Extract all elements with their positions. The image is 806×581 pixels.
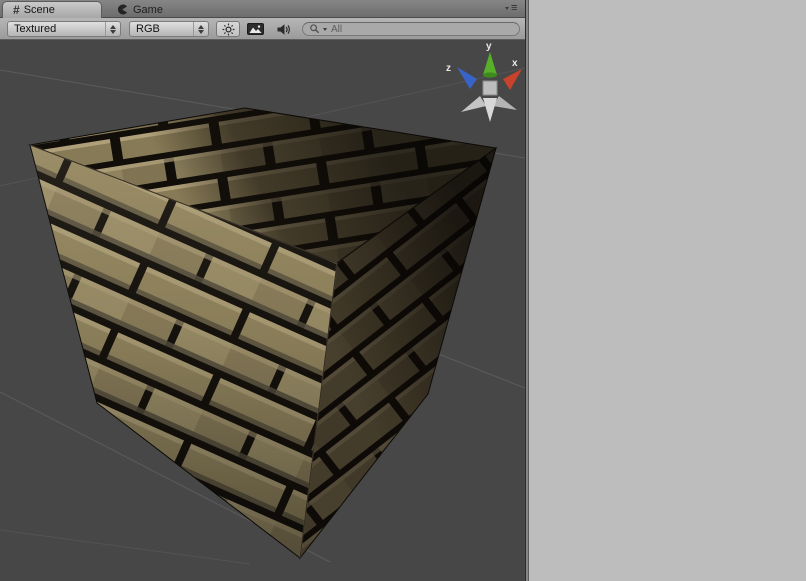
unity-editor-window: # Scene Game ≡ Textured RGB <box>0 0 806 581</box>
scene-panel-menu-button[interactable]: ≡ <box>505 4 517 13</box>
scene-toolbar: Textured RGB <box>0 18 525 40</box>
gizmo-center-cube[interactable] <box>483 81 497 95</box>
scene-search-field[interactable] <box>302 22 520 36</box>
scene-audio-toggle-button[interactable] <box>271 21 295 37</box>
scene-3d-view: y x z <box>0 40 525 581</box>
scene-lighting-toggle-button[interactable] <box>216 21 240 37</box>
image-icon <box>247 23 264 35</box>
game-icon <box>116 3 129 16</box>
search-icon <box>309 23 321 35</box>
scene-grid-icon: # <box>13 5 20 15</box>
search-filter-arrow-icon <box>323 28 327 31</box>
scene-overlay-toggle-button[interactable] <box>243 21 267 37</box>
gizmo-y-label: y <box>486 41 492 52</box>
tab-scene-label: Scene <box>24 4 55 16</box>
stepper-arrows-icon <box>193 22 208 36</box>
dropdown-arrow-icon <box>505 7 509 10</box>
stepper-arrows-icon <box>105 22 120 36</box>
render-mode-value: Textured <box>8 23 105 35</box>
inspector-panel: i Inspector ≡ <box>529 0 806 581</box>
speaker-icon <box>276 23 291 36</box>
gizmo-x-label: x <box>512 58 518 69</box>
color-channel-value: RGB <box>130 23 193 35</box>
search-input[interactable] <box>329 23 513 36</box>
tab-game-label: Game <box>133 4 163 16</box>
sun-icon <box>222 23 235 36</box>
render-mode-dropdown[interactable]: Textured <box>7 21 121 37</box>
scene-tabbar: # Scene Game ≡ <box>0 0 525 18</box>
hamburger-menu-icon: ≡ <box>511 4 517 13</box>
gizmo-z-label: z <box>446 63 451 74</box>
color-channel-dropdown[interactable]: RGB <box>129 21 209 37</box>
scene-viewport[interactable]: y x z <box>0 40 525 581</box>
tab-game[interactable]: Game <box>106 1 173 18</box>
tab-scene[interactable]: # Scene <box>2 1 102 18</box>
